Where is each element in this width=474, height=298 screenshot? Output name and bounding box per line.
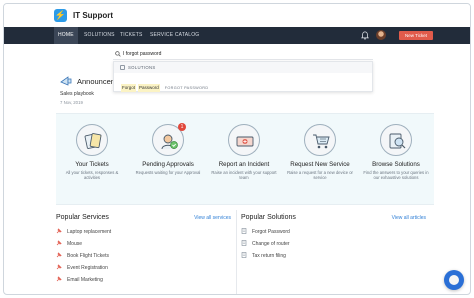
pin-icon xyxy=(56,240,62,246)
approvals-badge: 1 xyxy=(178,123,186,131)
lightning-logo-icon: ⚡ xyxy=(54,9,67,22)
suggestions-header: SOLUTIONS xyxy=(114,62,372,73)
incident-icon xyxy=(236,136,254,147)
nav-tickets[interactable]: TICKETS xyxy=(120,27,143,44)
document-icon xyxy=(241,240,247,246)
service-item[interactable]: Laptop replacement xyxy=(56,228,111,237)
card-description: Raise an incident with your support team xyxy=(211,170,277,181)
pin-icon xyxy=(56,276,62,282)
card-title: Browse Solutions xyxy=(372,161,420,168)
panel-title: Popular Services xyxy=(56,214,109,221)
document-icon xyxy=(241,252,247,258)
pin-icon xyxy=(56,264,62,270)
service-label: Email Marketing xyxy=(67,277,103,283)
tickets-icon xyxy=(84,133,102,149)
view-all-services-link[interactable]: View all services xyxy=(194,215,231,221)
chat-assistant-button[interactable] xyxy=(444,270,464,290)
highlight-word: Forgot xyxy=(121,84,137,92)
card-report-incident[interactable]: Report an Incident Raise an incident wit… xyxy=(208,124,280,181)
search-input[interactable]: I forgot password xyxy=(123,51,161,57)
main-nav: HOME SOLUTIONS TICKETS SERVICE CATALOG N… xyxy=(4,27,470,44)
card-title: Report an Incident xyxy=(218,161,270,168)
nav-solutions[interactable]: SOLUTIONS xyxy=(84,27,115,44)
announcement-link[interactable]: Sales playbook xyxy=(60,91,94,97)
service-item[interactable]: Email Marketing xyxy=(56,276,103,285)
pin-icon xyxy=(56,252,62,258)
megaphone-icon xyxy=(60,76,72,86)
search-suggestions: SOLUTIONS Forgot Password FORGOT PASSWORD xyxy=(113,61,373,92)
card-request-service[interactable]: Request New Service Raise a request for … xyxy=(284,124,356,181)
document-icon xyxy=(241,228,247,234)
solution-item[interactable]: Change of router xyxy=(241,240,290,249)
card-description: Raise a request for a new device or serv… xyxy=(287,170,353,181)
bot-face-icon xyxy=(449,275,459,285)
card-your-tickets[interactable]: Your Tickets All your tickets, responses… xyxy=(56,124,128,181)
new-ticket-button[interactable]: New Ticket xyxy=(399,31,433,40)
popular-services-panel: Popular Services View all services Lapto… xyxy=(56,210,231,294)
card-description: All your tickets, responses & activities xyxy=(65,170,119,181)
solution-label: Change of router xyxy=(252,241,290,247)
approvals-icon xyxy=(161,134,178,150)
card-pending-approvals[interactable]: 1 Pending Approvals Requests waiting for… xyxy=(132,123,204,175)
solution-item[interactable]: Forgot Password xyxy=(241,228,290,237)
app-title: IT Support xyxy=(73,11,113,20)
card-description: Find the answers to your queries in our … xyxy=(363,170,429,181)
panel-title: Popular Solutions xyxy=(241,214,296,221)
cart-icon xyxy=(313,134,330,149)
service-label: Book Flight Tickets xyxy=(67,253,109,259)
search-icon xyxy=(115,51,121,57)
card-title: Your Tickets xyxy=(75,161,109,168)
suggestion-result[interactable]: Forgot Password FORGOT PASSWORD xyxy=(121,76,371,92)
service-item[interactable]: Book Flight Tickets xyxy=(56,252,109,261)
solution-label: Tax return filing xyxy=(252,253,286,259)
app-window: ⚡ IT Support HOME SOLUTIONS TICKETS SERV… xyxy=(3,3,471,295)
nav-service-catalog[interactable]: SERVICE CATALOG xyxy=(150,27,199,44)
solutions-book-icon xyxy=(120,65,125,70)
bell-icon[interactable] xyxy=(361,31,369,40)
solutions-icon xyxy=(389,133,406,149)
solution-item[interactable]: Tax return filing xyxy=(241,252,286,261)
service-item[interactable]: Event Registration xyxy=(56,264,108,273)
view-all-articles-link[interactable]: View all articles xyxy=(392,215,426,221)
highlight-word: Password xyxy=(138,84,160,92)
quick-actions: Your Tickets All your tickets, responses… xyxy=(56,113,434,205)
card-browse-solutions[interactable]: Browse Solutions Find the answers to you… xyxy=(360,124,432,181)
user-avatar[interactable] xyxy=(376,30,386,40)
main-content: I forgot password SOLUTIONS Forgot Passwo… xyxy=(56,44,434,294)
search-bar[interactable]: I forgot password xyxy=(113,48,373,60)
service-label: Mouse xyxy=(67,241,83,247)
result-tag: FORGOT PASSWORD xyxy=(164,86,209,90)
pin-icon xyxy=(56,228,62,234)
service-label: Laptop replacement xyxy=(67,229,112,235)
solution-label: Forgot Password xyxy=(252,229,290,235)
card-description: Requests waiting for your Approval xyxy=(135,170,201,175)
card-title: Pending Approvals xyxy=(142,161,194,168)
service-label: Event Registration xyxy=(67,265,108,271)
nav-home[interactable]: HOME xyxy=(54,27,78,44)
announcement-date: 7 Nov, 2019 xyxy=(60,100,83,105)
top-bar: ⚡ IT Support xyxy=(4,4,470,27)
service-item[interactable]: Mouse xyxy=(56,240,82,249)
popular-solutions-panel: Popular Solutions View all articles Forg… xyxy=(236,210,426,294)
announcements-title: Announcem xyxy=(77,77,118,86)
suggestions-header-label: SOLUTIONS xyxy=(128,65,156,70)
card-title: Request New Service xyxy=(290,161,350,168)
